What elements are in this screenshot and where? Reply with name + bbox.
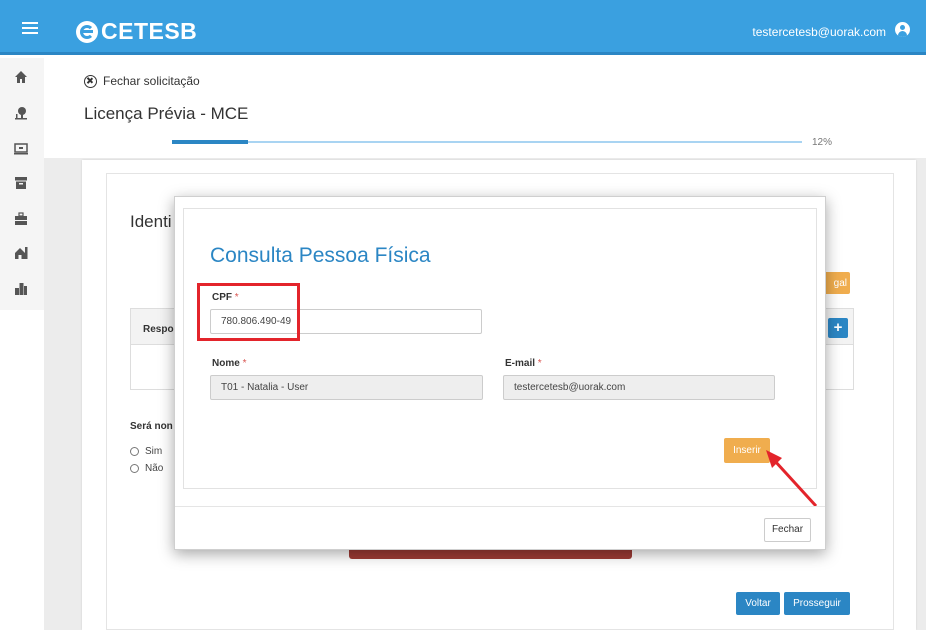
name-label-text: Nome [212, 358, 240, 369]
radio-label-nao: Não [145, 463, 164, 474]
annotation-arrow-icon [766, 450, 818, 508]
radio-label-sim: Sim [145, 446, 163, 457]
radio-circle-icon[interactable] [130, 447, 139, 456]
modal-title: Consulta Pessoa Física [210, 244, 431, 267]
close-request-link[interactable]: Fechar solicitação [84, 74, 200, 88]
modal-footer-divider [175, 506, 825, 507]
radio-option-nao[interactable]: Não [130, 463, 163, 474]
page-title: Licença Prévia - MCE [84, 104, 249, 123]
archive-icon[interactable] [14, 176, 28, 190]
monitor-icon[interactable] [14, 142, 28, 156]
progress-bar-fill [172, 140, 248, 144]
legal-button[interactable]: gal [824, 272, 850, 294]
house-building-icon[interactable] [14, 246, 28, 260]
tree-icon[interactable] [14, 106, 28, 120]
brand-logo[interactable]: CETESB [76, 18, 197, 45]
sidebar [0, 58, 44, 310]
top-navbar: CETESB testercetesb@uorak.com [0, 0, 926, 55]
radio-option-sim[interactable]: Sim [130, 446, 162, 457]
add-button[interactable]: + [828, 318, 848, 338]
brand-name: CETESB [101, 18, 198, 44]
email-label-text: E-mail [505, 358, 536, 369]
user-circle-icon[interactable] [895, 22, 910, 37]
close-modal-button[interactable]: Fechar [764, 518, 811, 542]
nominated-question-label: Será non [130, 421, 173, 432]
user-email[interactable]: testercetesb@uorak.com [752, 25, 886, 39]
hamburger-menu-icon[interactable] [22, 22, 38, 34]
city-icon[interactable] [14, 282, 28, 296]
email-input[interactable]: testercetesb@uorak.com [503, 375, 775, 400]
required-marker: * [242, 358, 247, 369]
email-label: E-mail * [505, 358, 542, 369]
section-title: Identi [130, 212, 172, 231]
progress-percentage: 12% [812, 137, 833, 148]
table-header-label: Respo [143, 324, 174, 335]
next-button[interactable]: Prosseguir [784, 592, 850, 615]
close-request-label: Fechar solicitação [103, 74, 200, 88]
email-input-value: testercetesb@uorak.com [514, 382, 626, 393]
close-circle-icon [84, 74, 97, 88]
progress-bar [172, 140, 802, 144]
back-button[interactable]: Voltar [736, 592, 780, 615]
annotation-highlight-box [197, 283, 300, 341]
name-label: Nome * [212, 358, 246, 369]
required-marker: * [537, 358, 542, 369]
name-input[interactable]: T01 - Natalia - User [210, 375, 483, 400]
cetesb-logo-icon [76, 20, 98, 43]
hidden-button-edge [349, 550, 632, 559]
radio-circle-icon[interactable] [130, 464, 139, 473]
name-input-value: T01 - Natalia - User [221, 382, 309, 393]
briefcase-icon[interactable] [14, 212, 28, 226]
home-icon[interactable] [14, 70, 28, 84]
